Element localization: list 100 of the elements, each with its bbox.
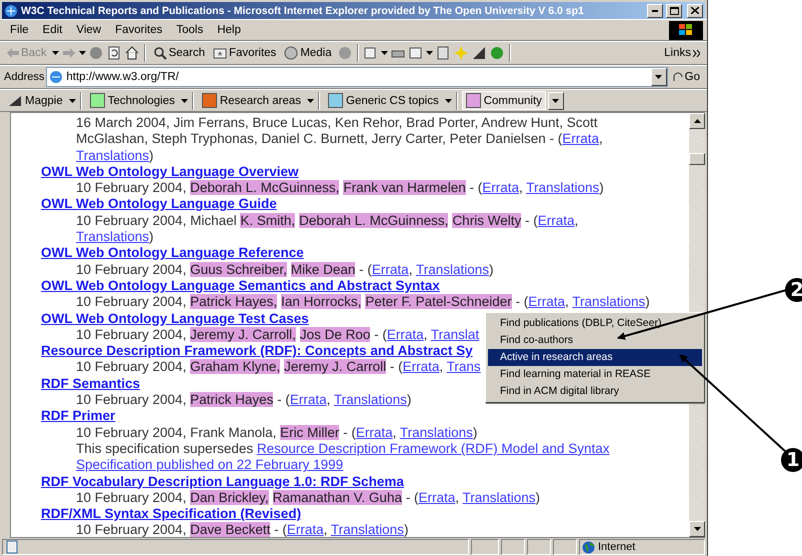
document-title-link[interactable]: RDF/XML Syntax Specification (Revised) [41, 506, 302, 522]
author-name[interactable]: Ian Horrocks, [281, 294, 362, 310]
link[interactable]: Errata [290, 392, 327, 408]
address-label: Address [4, 71, 44, 83]
link[interactable]: Errata [528, 294, 565, 310]
entry-text: 10 February 2004, [76, 392, 188, 408]
document-title-link[interactable]: OWL Web Ontology Language Semantics and Abstract Syntax [41, 278, 440, 294]
link[interactable]: Translations [526, 180, 600, 196]
menu-item[interactable]: Favorites [109, 22, 168, 38]
dropdown-caret-icon [180, 98, 188, 102]
author-name[interactable]: Deborah L. McGuinness, [190, 180, 340, 196]
menu-item[interactable]: Edit [36, 22, 68, 38]
toolbar-dropdown[interactable]: Technologies [86, 91, 179, 110]
entry-text: 10 February 2004, Michael [76, 212, 238, 228]
entry-text: , [439, 359, 444, 374]
author-name[interactable]: Ramanathan V. Guha [272, 490, 402, 505]
maximize-button[interactable] [666, 4, 682, 18]
author-name[interactable]: Patrick Hayes [190, 392, 274, 408]
link[interactable]: Errata [538, 212, 574, 228]
link[interactable]: Errata [562, 131, 599, 146]
document-title-link[interactable]: OWL Web Ontology Language Overview [41, 164, 299, 180]
toolbar-dropdown[interactable]: Generic CS topics [324, 91, 443, 110]
scroll-up-button[interactable] [689, 113, 705, 129]
menu-item[interactable]: Find in ACM digital library [488, 383, 702, 400]
home-icon[interactable] [124, 45, 140, 61]
back-arrow-icon [7, 48, 19, 58]
author-name[interactable]: Patrick Hayes, [190, 294, 278, 310]
link[interactable]: Trans [446, 359, 481, 374]
menu-item[interactable]: Find publications (DBLP, CiteSeer) [488, 315, 702, 332]
link[interactable]: Resource Description Framework (RDF) Model and Syntax [256, 440, 610, 456]
author-name[interactable]: Jeremy J. Carroll [284, 359, 386, 374]
go-button[interactable]: Go [670, 70, 703, 84]
toolbar-dropdown[interactable]: Research areas [198, 91, 306, 110]
author-name[interactable]: Peter F. Patel-Schneider [365, 294, 512, 310]
media-button[interactable]: Media [281, 45, 335, 61]
link[interactable]: Errata [372, 262, 409, 277]
entry-text: - ( [342, 424, 356, 440]
menu-item[interactable]: Help [211, 22, 247, 38]
author-name[interactable]: Mike Dean [290, 262, 356, 277]
menu-item[interactable]: Find learning material in REASE [488, 366, 702, 383]
author-name[interactable]: Guus Schreiber, [190, 262, 287, 277]
link[interactable]: Errata [356, 424, 393, 440]
entry-text: 10 February 2004, [76, 294, 188, 310]
menu-item[interactable]: Find co-authors [488, 332, 702, 349]
document-title-link[interactable]: OWL Web Ontology Language Reference [41, 245, 304, 262]
link[interactable]: Translations [76, 148, 150, 163]
link[interactable]: Translations [416, 262, 489, 277]
browser-logo-icon [4, 4, 18, 18]
author-name[interactable]: Graham Klyne, [190, 359, 280, 374]
author-name[interactable]: Dave Beckett [190, 522, 270, 537]
author-name[interactable]: Deborah L. McGuinness, [299, 212, 448, 228]
author-name[interactable]: Frank van Harmelen [343, 180, 466, 196]
link[interactable]: Translations [400, 424, 473, 440]
document-title-link[interactable]: RDF Semantics [41, 376, 140, 392]
document-title-link[interactable]: RDF Primer [41, 408, 116, 425]
menu-item[interactable]: File [4, 22, 35, 38]
document-title-link[interactable]: RDF Vocabulary Description Language 1.0: RDF Schema [41, 474, 404, 490]
close-button[interactable] [687, 4, 703, 18]
maximize-icon [670, 6, 678, 14]
toolbar-dropdown[interactable]: Community [462, 91, 546, 110]
author-name[interactable]: K. Smith, [240, 212, 296, 228]
favorites-button[interactable]: Favorites [210, 46, 280, 60]
author-name[interactable]: Chris Welty [452, 212, 522, 228]
address-field[interactable]: http://www.w3.org/TR/ [46, 67, 668, 87]
scroll-down-button[interactable] [689, 521, 705, 537]
link[interactable]: Errata [482, 180, 519, 196]
dropdown-button[interactable] [650, 68, 667, 86]
link[interactable]: Errata [418, 490, 456, 505]
link[interactable]: Errata [402, 359, 440, 374]
search-button[interactable]: Search [150, 45, 208, 61]
document-title-link[interactable]: Resource Description Framework (RDF): Concepts and Abstract Sy [41, 343, 473, 360]
document-icon[interactable] [434, 45, 451, 61]
minimize-button[interactable] [647, 4, 663, 18]
author-name[interactable]: Jeremy J. Carroll, [190, 326, 296, 342]
link[interactable]: Errata [286, 522, 324, 537]
links-button[interactable]: Links [661, 46, 703, 60]
menu-item[interactable]: Tools [170, 22, 210, 38]
link[interactable]: Translations [334, 392, 407, 408]
entry-text: - ( [388, 359, 403, 374]
entry-text: , [564, 294, 570, 310]
document-title-link[interactable]: OWL Web Ontology Language Guide [41, 196, 277, 213]
menu-item[interactable]: View [70, 22, 108, 38]
author-name[interactable]: Dan Brickley, [190, 490, 269, 505]
link[interactable]: Translations [76, 229, 150, 244]
scroll-thumb[interactable] [689, 153, 705, 165]
entry-text: , [424, 326, 428, 342]
author-name[interactable]: Jos De Roo [300, 326, 370, 342]
menu-item[interactable]: Active in research areas [488, 349, 702, 366]
dropdown-button[interactable] [548, 92, 564, 110]
link[interactable]: Translations [572, 294, 646, 310]
link[interactable]: Translations [330, 522, 404, 537]
link[interactable]: Specification published on 22 February 1999 [76, 457, 344, 472]
toolbar-dropdown[interactable]: Magpie [4, 92, 67, 108]
entry-text: 16 March 2004, Jim Ferrans, Bruce Lucas, Ken Rehor, Brad Porter, Andrew Hunt, Scott [76, 115, 598, 130]
author-name[interactable]: Eric Miller [280, 424, 340, 440]
link[interactable]: Translat [430, 326, 480, 342]
link[interactable]: Translations [462, 490, 536, 505]
link[interactable]: Errata [386, 326, 424, 342]
document-title-link[interactable]: OWL Web Ontology Language Test Cases [41, 310, 309, 327]
entry-text: - ( [524, 212, 538, 228]
